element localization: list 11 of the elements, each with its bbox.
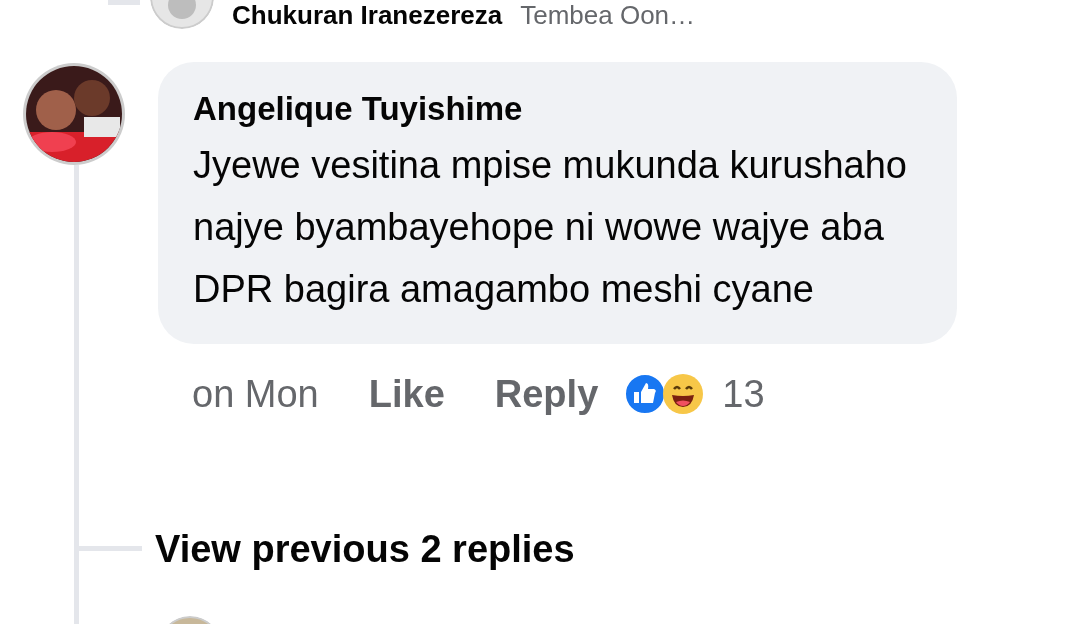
comment-text: Jyewe vesitina mpise mukunda kurushaho najye byambayehope ni wowe wajye aba DPR bagira amagambo meshi cyane [193, 143, 908, 312]
view-replies-link[interactable]: View previous 2 replies [155, 528, 575, 571]
thumbs-up-icon[interactable] [624, 373, 667, 415]
reaction-count[interactable]: 13 [722, 372, 765, 416]
like-button[interactable]: Like [368, 372, 445, 416]
comment-text: Tembea Oon… [520, 0, 696, 30]
author-name[interactable]: Chukuran Iranezereza [232, 0, 503, 30]
author-name[interactable]: Angelique Tuyishime [193, 90, 923, 128]
timestamp[interactable]: on Mon [192, 372, 319, 416]
laughing-emoji-icon[interactable] [662, 373, 705, 415]
reply-button[interactable]: Reply [494, 372, 599, 416]
